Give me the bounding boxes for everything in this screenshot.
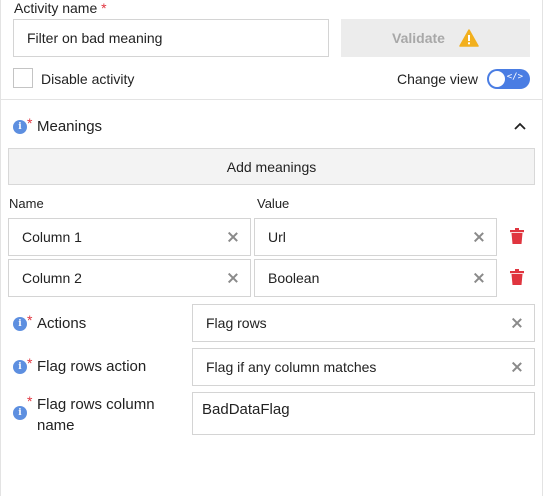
flag-rows-column-input[interactable]: BadDataFlag [192, 392, 535, 435]
actions-label: Actions [37, 315, 87, 332]
flag-rows-action-value: Flag if any column matches [206, 359, 377, 375]
flag-rows-action-select[interactable]: Flag if any column matches [192, 348, 535, 386]
close-icon[interactable] [472, 271, 486, 285]
toggle-knob [489, 71, 505, 87]
flag-rows-action-label: Flag rows action [37, 358, 147, 375]
actions-value: Flag rows [206, 315, 267, 331]
actions-select[interactable]: Flag rows [192, 304, 535, 342]
warning-triangle-icon [459, 29, 479, 47]
add-meanings-label: Add meanings [226, 158, 317, 175]
disable-activity-label: Disable activity [41, 71, 135, 87]
flag-rows-column-value: BadDataFlag [202, 401, 290, 418]
info-icon[interactable]: i [13, 120, 27, 134]
flag-rows-column-label: Flag rows column name [37, 394, 155, 436]
close-icon[interactable] [472, 230, 486, 244]
info-icon[interactable]: i [13, 317, 27, 331]
info-icon[interactable]: i [13, 360, 27, 374]
meaning-name-value: Column 2 [22, 270, 82, 286]
required-mark: * [27, 393, 33, 409]
activity-name-value: Filter on bad meaning [27, 30, 163, 46]
meaning-value-input[interactable]: Boolean [254, 259, 497, 297]
meaning-value-value: Boolean [268, 270, 320, 286]
meaning-value-value: Url [268, 229, 286, 245]
activity-name-input[interactable]: Filter on bad meaning [13, 19, 329, 57]
meanings-title: Meanings [37, 118, 103, 135]
flag-rows-column-label-line1: Flag rows column [37, 396, 155, 413]
validate-button[interactable]: Validate [341, 19, 530, 57]
meaning-value-input[interactable]: Url [254, 218, 497, 256]
close-icon[interactable] [226, 230, 240, 244]
close-icon[interactable] [510, 360, 524, 374]
flag-rows-column-label-line2: name [37, 417, 75, 434]
activity-name-label-text: Activity name [14, 0, 98, 16]
trash-icon[interactable] [510, 228, 524, 244]
required-mark: * [27, 312, 33, 328]
meaning-name-value: Column 1 [22, 229, 82, 245]
required-mark: * [101, 0, 107, 16]
activity-name-label: Activity name * [14, 0, 107, 16]
add-meanings-button[interactable]: Add meanings [8, 148, 535, 185]
value-column-header: Value [257, 196, 290, 211]
disable-activity-checkbox[interactable] [13, 68, 33, 88]
trash-icon[interactable] [510, 269, 524, 285]
validate-label: Validate [392, 30, 445, 46]
change-view-toggle[interactable]: </> [487, 69, 530, 89]
meaning-name-input[interactable]: Column 1 [8, 218, 251, 256]
name-column-header: Name [9, 196, 44, 211]
info-icon[interactable]: i [13, 406, 27, 420]
required-mark: * [27, 355, 33, 371]
meaning-name-input[interactable]: Column 2 [8, 259, 251, 297]
close-icon[interactable] [226, 271, 240, 285]
chevron-up-icon[interactable] [513, 121, 527, 131]
change-view-label: Change view [397, 71, 478, 87]
code-icon: </> [506, 72, 523, 82]
activity-panel: Activity name * Filter on bad meaning Va… [0, 0, 543, 496]
divider [1, 99, 543, 100]
close-icon[interactable] [510, 316, 524, 330]
required-mark: * [27, 115, 33, 131]
